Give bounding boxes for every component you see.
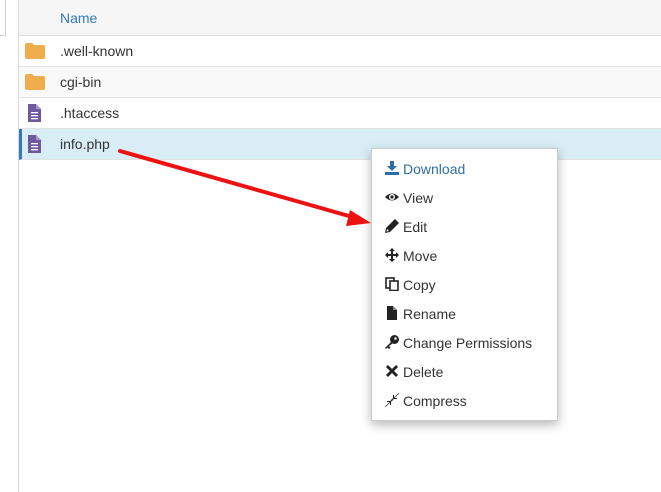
table-row-selected[interactable]: info.php — [19, 129, 661, 160]
menu-item-move[interactable]: Move — [372, 241, 557, 270]
table-row[interactable]: .htaccess — [19, 98, 661, 129]
menu-item-label: Copy — [403, 277, 436, 293]
context-menu: Download View Edit Move Copy Rename Chan… — [371, 148, 558, 421]
close-icon — [385, 364, 399, 378]
folder-icon — [25, 74, 45, 90]
move-icon — [385, 248, 399, 262]
menu-item-download[interactable]: Download — [372, 154, 557, 183]
compress-icon — [385, 393, 399, 407]
folder-icon — [25, 43, 45, 59]
file-name: cgi-bin — [60, 74, 102, 90]
eye-icon — [385, 190, 399, 204]
menu-item-label: Edit — [403, 219, 428, 235]
menu-item-delete[interactable]: Delete — [372, 357, 557, 386]
menu-item-label: Move — [403, 248, 438, 264]
file-icon — [25, 135, 45, 153]
file-icon — [385, 306, 399, 320]
key-icon — [385, 335, 399, 349]
table-header: Name — [19, 0, 661, 36]
menu-item-compress[interactable]: Compress — [372, 386, 557, 415]
menu-item-label: Delete — [403, 364, 444, 380]
copy-icon — [385, 277, 399, 292]
file-icon — [25, 104, 45, 122]
download-icon — [385, 161, 399, 175]
file-name: .htaccess — [60, 105, 120, 121]
menu-item-change-permissions[interactable]: Change Permissions — [372, 328, 557, 357]
menu-item-label: Rename — [403, 306, 456, 322]
menu-item-edit[interactable]: Edit — [372, 212, 557, 241]
column-header-name[interactable]: Name — [60, 10, 97, 26]
menu-item-view[interactable]: View — [372, 183, 557, 212]
table-row[interactable]: cgi-bin — [19, 67, 661, 98]
menu-item-label: Change Permissions — [403, 335, 533, 351]
menu-item-copy[interactable]: Copy — [372, 270, 557, 299]
menu-item-label: Download — [403, 161, 466, 177]
file-list-table: Name .well-known cgi-bin .htaccess info. — [19, 0, 661, 160]
file-name: info.php — [60, 136, 110, 152]
table-row[interactable]: .well-known — [19, 36, 661, 67]
menu-item-label: View — [403, 190, 434, 206]
menu-item-rename[interactable]: Rename — [372, 299, 557, 328]
menu-item-label: Compress — [403, 393, 467, 409]
file-name: .well-known — [60, 43, 134, 59]
pencil-icon — [385, 219, 399, 233]
left-panel-edge — [0, 0, 19, 492]
left-panel-divider — [0, 0, 6, 36]
file-manager-page: Name .well-known cgi-bin .htaccess info. — [0, 0, 661, 492]
